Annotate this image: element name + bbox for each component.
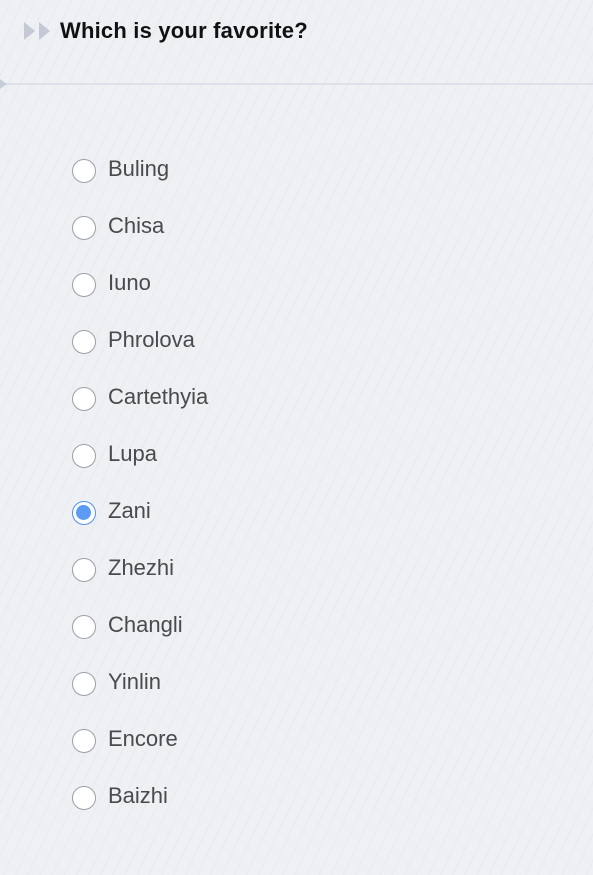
radio-label[interactable]: Phrolova <box>108 327 195 353</box>
radio-option-changli[interactable]: Changli <box>72 598 208 655</box>
radio-label[interactable]: Buling <box>108 156 169 182</box>
radio-option-iuno[interactable]: Iuno <box>72 256 208 313</box>
question-header: Which is your favorite? <box>0 0 593 84</box>
radio-label[interactable]: Zani <box>108 498 151 524</box>
radio-option-yinlin[interactable]: Yinlin <box>72 655 208 712</box>
radio-button[interactable] <box>72 671 96 696</box>
radio-group: Buling Chisa Iuno Phrolova Cartethyia Lu… <box>72 142 208 826</box>
radio-option-lupa[interactable]: Lupa <box>72 427 208 484</box>
divider-arrow-icon <box>0 79 7 89</box>
radio-button[interactable] <box>72 785 96 810</box>
radio-option-encore[interactable]: Encore <box>72 712 208 769</box>
header-divider <box>0 83 593 85</box>
radio-option-baizhi[interactable]: Baizhi <box>72 769 208 826</box>
radio-button[interactable] <box>72 614 96 639</box>
radio-button[interactable] <box>72 557 96 582</box>
double-chevron-right-icon <box>22 20 54 42</box>
radio-button[interactable] <box>72 215 96 240</box>
radio-label[interactable]: Lupa <box>108 441 157 467</box>
radio-option-zani[interactable]: Zani <box>72 484 208 541</box>
radio-button[interactable] <box>72 443 96 468</box>
radio-button[interactable] <box>72 158 96 183</box>
radio-label[interactable]: Encore <box>108 726 178 752</box>
radio-button-selected[interactable] <box>72 500 96 525</box>
radio-button[interactable] <box>72 329 96 354</box>
radio-option-zhezhi[interactable]: Zhezhi <box>72 541 208 598</box>
radio-option-buling[interactable]: Buling <box>72 142 208 199</box>
radio-label[interactable]: Chisa <box>108 213 164 239</box>
radio-option-cartethyia[interactable]: Cartethyia <box>72 370 208 427</box>
radio-label[interactable]: Changli <box>108 612 183 638</box>
radio-label[interactable]: Baizhi <box>108 783 168 809</box>
radio-label[interactable]: Zhezhi <box>108 555 174 581</box>
radio-label[interactable]: Cartethyia <box>108 384 208 410</box>
radio-button[interactable] <box>72 728 96 753</box>
radio-option-phrolova[interactable]: Phrolova <box>72 313 208 370</box>
radio-label[interactable]: Yinlin <box>108 669 161 695</box>
radio-button[interactable] <box>72 386 96 411</box>
radio-label[interactable]: Iuno <box>108 270 151 296</box>
radio-button[interactable] <box>72 272 96 297</box>
question-title: Which is your favorite? <box>60 18 308 43</box>
radio-option-chisa[interactable]: Chisa <box>72 199 208 256</box>
